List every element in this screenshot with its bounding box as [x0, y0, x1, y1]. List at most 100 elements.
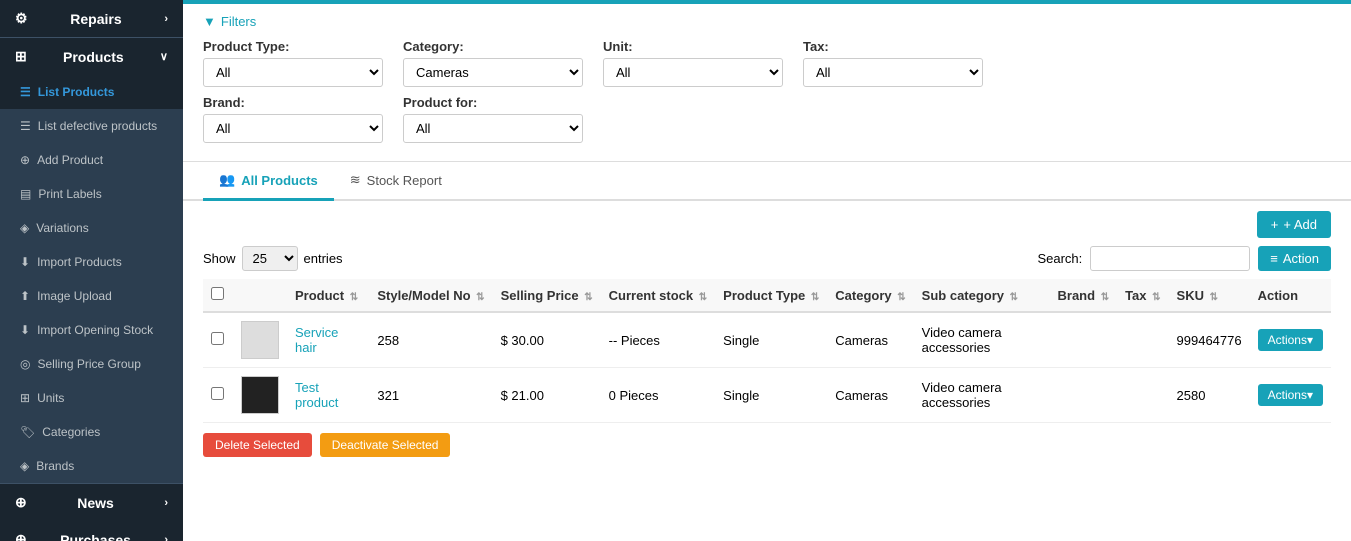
purchases-chevron: › — [164, 534, 168, 541]
sidebar-units-label: Units — [37, 391, 64, 405]
sub-cat-sort-icon[interactable]: ⇅ — [1010, 292, 1018, 303]
tab-stock-report[interactable]: ≋ Stock Report — [334, 162, 458, 201]
list-defective-icon: ☰ — [20, 119, 31, 133]
sidebar-products-label: Products — [63, 49, 124, 65]
header-sub-category: Sub category ⇅ — [914, 279, 1050, 312]
filter-funnel-icon: ▼ — [203, 14, 216, 29]
import-products-icon: ⬇ — [20, 255, 30, 269]
product-type-col-label: Product Type — [723, 288, 805, 303]
sidebar-item-import-opening[interactable]: ⬇ Import Opening Stock — [0, 313, 183, 347]
action-button[interactable]: ≡ Action — [1258, 246, 1331, 271]
sidebar-item-image-upload[interactable]: ⬆ Image Upload — [0, 279, 183, 313]
add-product-icon: ⊕ — [20, 153, 30, 167]
row-checkbox[interactable] — [211, 332, 224, 345]
type-sort-icon[interactable]: ⇅ — [811, 292, 819, 303]
product-sort-icon[interactable]: ⇅ — [350, 292, 358, 303]
tab-all-products[interactable]: 👥 All Products — [203, 162, 334, 201]
sidebar-item-import-products[interactable]: ⬇ Import Products — [0, 245, 183, 279]
selling-price-col-label: Selling Price — [501, 288, 579, 303]
categories-icon: 🏷 — [20, 425, 35, 439]
brand-label: Brand: — [203, 95, 383, 110]
sidebar-item-print-labels[interactable]: ▤ Print Labels — [0, 177, 183, 211]
filter-product-for: Product for: All — [403, 95, 583, 143]
select-all-checkbox[interactable] — [211, 287, 224, 300]
tax-select[interactable]: All — [803, 58, 983, 87]
stock-sort-icon[interactable]: ⇅ — [699, 292, 707, 303]
action-list-icon: ≡ — [1270, 251, 1278, 266]
sidebar-import-opening-label: Import Opening Stock — [37, 323, 153, 337]
sidebar-item-variations[interactable]: ◈ Variations — [0, 211, 183, 245]
row-style-model: 321 — [369, 368, 492, 423]
show-label: Show — [203, 251, 236, 266]
unit-select[interactable]: All — [603, 58, 783, 87]
print-labels-icon: ▤ — [20, 187, 31, 201]
sidebar-item-units[interactable]: ⊞ Units — [0, 381, 183, 415]
sidebar-news-label: News — [77, 495, 114, 511]
row-brand — [1050, 312, 1118, 368]
sidebar-repairs-label: Repairs — [70, 11, 121, 27]
row-product-name: Service hair — [287, 312, 369, 368]
image-upload-icon: ⬆ — [20, 289, 30, 303]
tab-stock-report-label: Stock Report — [367, 173, 442, 188]
row-sub-category: Video camera accessories — [914, 312, 1050, 368]
sidebar-item-list-products[interactable]: ☰ List Products — [0, 75, 183, 109]
sidebar-products[interactable]: ⊞ Products ∨ — [0, 38, 183, 75]
selling-sort-icon[interactable]: ⇅ — [584, 292, 592, 303]
action-button-label: Action — [1283, 251, 1319, 266]
sidebar-item-categories[interactable]: 🏷 Categories — [0, 415, 183, 449]
header-sku: SKU ⇅ — [1169, 279, 1250, 312]
repairs-chevron: › — [164, 13, 168, 25]
import-opening-icon: ⬇ — [20, 323, 30, 337]
table-section: + + Add Show 25 50 100 entries Search: ≡… — [183, 201, 1351, 541]
products-chevron: ∨ — [160, 50, 168, 63]
tab-all-products-label: All Products — [241, 173, 318, 188]
purchases-icon: ⊕ — [15, 531, 27, 541]
sidebar-purchases[interactable]: ⊕ Purchases › — [0, 521, 183, 541]
row-checkbox-cell — [203, 368, 233, 423]
row-checkbox[interactable] — [211, 387, 224, 400]
deactivate-selected-button[interactable]: Deactivate Selected — [320, 433, 451, 457]
row-action-cell: Actions▾ — [1250, 312, 1331, 368]
header-product: Product ⇅ — [287, 279, 369, 312]
row-product-name: Test product — [287, 368, 369, 423]
add-icon: + — [1271, 217, 1279, 232]
sidebar-repairs[interactable]: ⚙ Repairs › — [0, 0, 183, 37]
sidebar-item-brands[interactable]: ◈ Brands — [0, 449, 183, 483]
delete-selected-button[interactable]: Delete Selected — [203, 433, 312, 457]
main-content: ▼ Filters Product Type: All Category: Ca… — [183, 0, 1351, 541]
sku-sort-icon[interactable]: ⇅ — [1210, 292, 1218, 303]
stock-report-icon: ≋ — [350, 172, 361, 188]
add-button[interactable]: + + Add — [1257, 211, 1331, 238]
sidebar-item-list-defective[interactable]: ☰ List defective products — [0, 109, 183, 143]
style-sort-icon[interactable]: ⇅ — [476, 292, 484, 303]
row-current-stock: 0 Pieces — [601, 368, 716, 423]
sidebar-list-products-label: List Products — [38, 85, 115, 99]
row-checkbox-cell — [203, 312, 233, 368]
brand-select[interactable]: All — [203, 114, 383, 143]
brand-sort-icon[interactable]: ⇅ — [1101, 292, 1109, 303]
row-actions-button[interactable]: Actions▾ — [1258, 329, 1323, 351]
header-brand: Brand ⇅ — [1050, 279, 1118, 312]
product-type-select[interactable]: All — [203, 58, 383, 87]
tax-sort-icon[interactable]: ⇅ — [1152, 292, 1160, 303]
sidebar-item-selling-price[interactable]: ◎ Selling Price Group — [0, 347, 183, 381]
filter-row-2: Brand: All Product for: All — [203, 95, 1331, 143]
filters-title: Filters — [221, 14, 256, 29]
sidebar: ⚙ Repairs › ⊞ Products ∨ ☰ List Products… — [0, 0, 183, 541]
sidebar-news[interactable]: ⊕ News › — [0, 484, 183, 521]
header-img — [233, 279, 287, 312]
search-input[interactable] — [1090, 246, 1250, 271]
table-controls: Show 25 50 100 entries Search: ≡ Action — [203, 246, 1331, 271]
row-selling-price: $ 30.00 — [493, 312, 601, 368]
product-for-select[interactable]: All — [403, 114, 583, 143]
sidebar-list-defective-label: List defective products — [38, 119, 157, 133]
category-sort-icon[interactable]: ⇅ — [897, 292, 905, 303]
product-col-label: Product — [295, 288, 344, 303]
entries-select[interactable]: 25 50 100 — [242, 246, 298, 271]
sidebar-item-add-product[interactable]: ⊕ Add Product — [0, 143, 183, 177]
header-action: Action — [1250, 279, 1331, 312]
sidebar-import-products-label: Import Products — [37, 255, 122, 269]
category-select[interactable]: Cameras — [403, 58, 583, 87]
row-actions-button[interactable]: Actions▾ — [1258, 384, 1323, 406]
filter-product-type: Product Type: All — [203, 39, 383, 87]
